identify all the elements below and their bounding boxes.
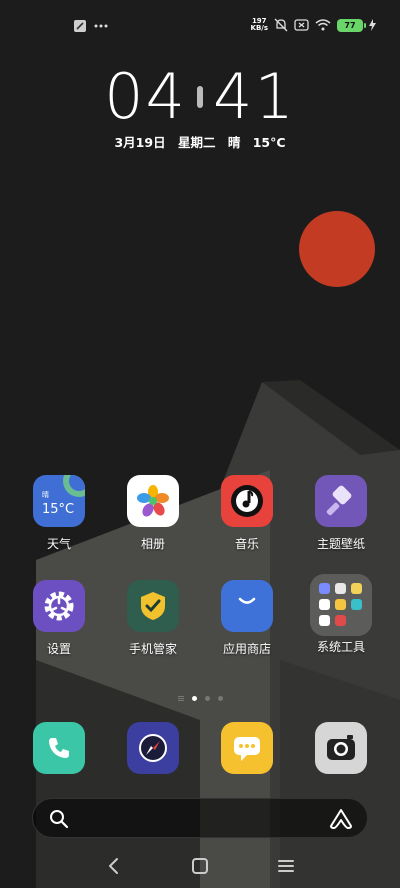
mute-bell-icon: [274, 18, 288, 32]
charging-icon: [369, 19, 376, 31]
home-icon[interactable]: [188, 854, 212, 878]
system-tools-folder-icon: [310, 574, 372, 636]
clock-hours: 04: [104, 60, 187, 133]
app-music[interactable]: 音乐: [207, 475, 287, 552]
weather-icon-condition: 晴: [42, 491, 49, 499]
theme-brush-icon: [315, 475, 367, 527]
gallery-icon: [127, 475, 179, 527]
net-speed-unit: KB/s: [250, 24, 268, 32]
page-dot: [217, 696, 223, 701]
app-label: 应用商店: [222, 642, 271, 656]
clock-widget[interactable]: 04 41: [0, 64, 400, 130]
date-line[interactable]: 3月19日 星期二 晴 15°C: [0, 132, 400, 151]
dock-camera[interactable]: [301, 722, 381, 774]
battery-level: 77: [344, 20, 356, 30]
app-gallery[interactable]: 相册: [113, 475, 193, 552]
weather-text: 晴: [227, 135, 241, 150]
app-label: 设置: [46, 642, 71, 656]
search-bar[interactable]: [32, 798, 368, 838]
dock-browser[interactable]: [113, 722, 193, 774]
app-store-bag-icon: [221, 580, 273, 632]
settings-gear-icon: [33, 580, 85, 632]
wallpaper-sun: [299, 211, 375, 287]
app-settings[interactable]: 设置: [19, 580, 99, 657]
app-themes[interactable]: 主题壁纸: [301, 475, 381, 552]
app-label: 天气: [46, 537, 71, 551]
app-label: 相册: [140, 537, 165, 551]
dock-messages[interactable]: [207, 722, 287, 774]
search-icon[interactable]: [49, 809, 69, 829]
recents-menu-icon[interactable]: [274, 854, 298, 878]
camera-icon: [315, 722, 367, 774]
date-text: 3月19日: [114, 135, 166, 150]
app-security[interactable]: 手机管家: [113, 580, 193, 657]
assistant-icon[interactable]: [329, 808, 353, 830]
navigation-bar: [0, 848, 400, 884]
page-indicator-menu-icon: [177, 696, 184, 701]
net-speed: 197 KB/s: [251, 18, 268, 32]
app-label: 主题壁纸: [316, 537, 365, 551]
weather-icon-temp: 15°C: [42, 502, 75, 517]
status-bar: 197 KB/s 77: [0, 0, 400, 50]
sim-x-icon: [294, 19, 309, 31]
app-weather[interactable]: 晴 15°C 天气: [19, 475, 99, 552]
phone-icon: [33, 722, 85, 774]
wifi-icon: [315, 19, 331, 31]
app-label: 音乐: [234, 537, 259, 551]
message-icon: [221, 722, 273, 774]
folder-system-tools[interactable]: 系统工具: [301, 574, 381, 655]
weekday-text: 星期二: [177, 135, 216, 150]
dock-phone[interactable]: [19, 722, 99, 774]
more-dots-icon: [94, 24, 108, 28]
wrench-icon: [74, 20, 86, 32]
battery-indicator: 77: [337, 18, 366, 32]
compass-icon: [127, 722, 179, 774]
weather-icon: 晴 15°C: [33, 475, 85, 527]
back-icon[interactable]: [102, 854, 126, 878]
clock-separator: [197, 86, 203, 108]
app-label: 手机管家: [128, 642, 177, 656]
page-indicator: [0, 696, 400, 701]
page-dot: [204, 696, 210, 701]
music-icon: [221, 475, 273, 527]
security-shield-icon: [127, 580, 179, 632]
page-dot-active: [191, 696, 197, 701]
clock-minutes: 41: [213, 60, 296, 133]
app-store[interactable]: 应用商店: [207, 580, 287, 657]
app-label: 系统工具: [316, 640, 365, 654]
temperature-text: 15°C: [252, 135, 286, 150]
